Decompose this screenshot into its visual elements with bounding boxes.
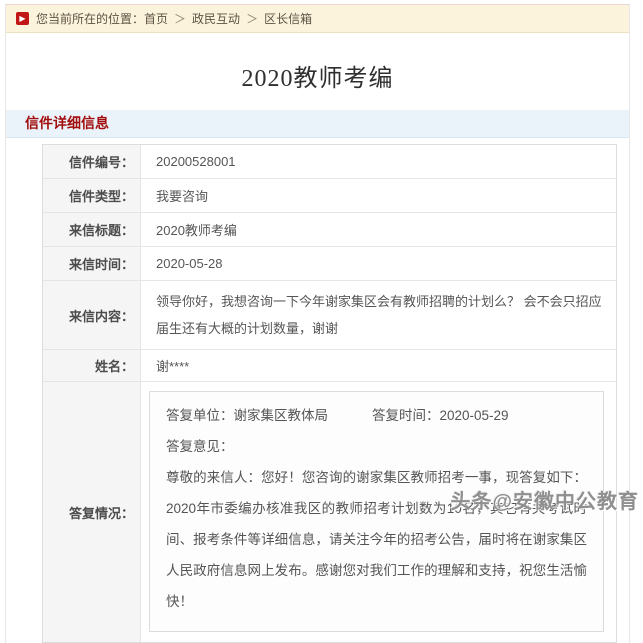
row-label: 姓名：	[43, 350, 141, 381]
row-label: 答复情况：	[43, 382, 141, 642]
row-value: 2020-05-28	[141, 247, 616, 280]
table-row-letter-type: 信件类型： 我要咨询	[43, 179, 616, 213]
row-label: 来信标题：	[43, 213, 141, 246]
section-header: 信件详细信息	[6, 110, 629, 138]
breadcrumb-arrow-icon: ▶	[16, 12, 29, 25]
table-row-letter-content: 来信内容： 领导你好，我想咨询一下今年谢家集区会有教师招聘的计划么？ 会不会只招…	[43, 281, 616, 350]
breadcrumb: ▶ 您当前所在的位置： 首页 ＞ 政民互动 ＞ 区长信箱	[6, 4, 629, 33]
reply-time-value: 2020-05-29	[440, 408, 509, 423]
breadcrumb-prefix: 您当前所在的位置：	[36, 10, 144, 27]
reply-unit-label: 答复单位：	[166, 408, 234, 423]
page-title: 2020教师考编	[6, 58, 629, 93]
page-container: ▶ 您当前所在的位置： 首页 ＞ 政民互动 ＞ 区长信箱 2020教师考编 信件…	[5, 4, 630, 643]
table-row-letter-date: 来信时间： 2020-05-28	[43, 247, 616, 281]
reply-unit-value: 谢家集区教体局	[234, 408, 329, 423]
row-label: 来信内容：	[43, 281, 141, 349]
breadcrumb-separator: ＞	[174, 10, 186, 27]
row-label: 来信时间：	[43, 247, 141, 280]
watermark: 头条@安徽中公教育	[450, 485, 639, 514]
breadcrumb-link-home[interactable]: 首页	[144, 10, 168, 27]
letter-detail-table: 信件编号： 20200528001 信件类型： 我要咨询 来信标题： 2020教…	[42, 144, 617, 643]
row-label: 信件类型：	[43, 179, 141, 212]
row-value: 谢****	[141, 350, 616, 381]
row-value: 领导你好，我想咨询一下今年谢家集区会有教师招聘的计划么？ 会不会只招应届生还有大…	[141, 281, 616, 349]
row-value: 2020教师考编	[141, 213, 616, 246]
breadcrumb-link-mailbox[interactable]: 区长信箱	[264, 10, 312, 27]
breadcrumb-link-interaction[interactable]: 政民互动	[192, 10, 240, 27]
row-value: 我要咨询	[141, 179, 616, 212]
reply-opinion-label: 答复意见：	[166, 431, 587, 462]
reply-time-label: 答复时间：	[372, 408, 440, 423]
reply-meta-line: 答复单位：谢家集区教体局 答复时间：2020-05-29	[166, 400, 587, 431]
breadcrumb-separator: ＞	[246, 10, 258, 27]
table-row-letter-id: 信件编号： 20200528001	[43, 145, 616, 179]
table-row-sender-name: 姓名： 谢****	[43, 350, 616, 382]
row-label: 信件编号：	[43, 145, 141, 178]
row-value: 20200528001	[141, 145, 616, 178]
table-row-letter-subject: 来信标题： 2020教师考编	[43, 213, 616, 247]
